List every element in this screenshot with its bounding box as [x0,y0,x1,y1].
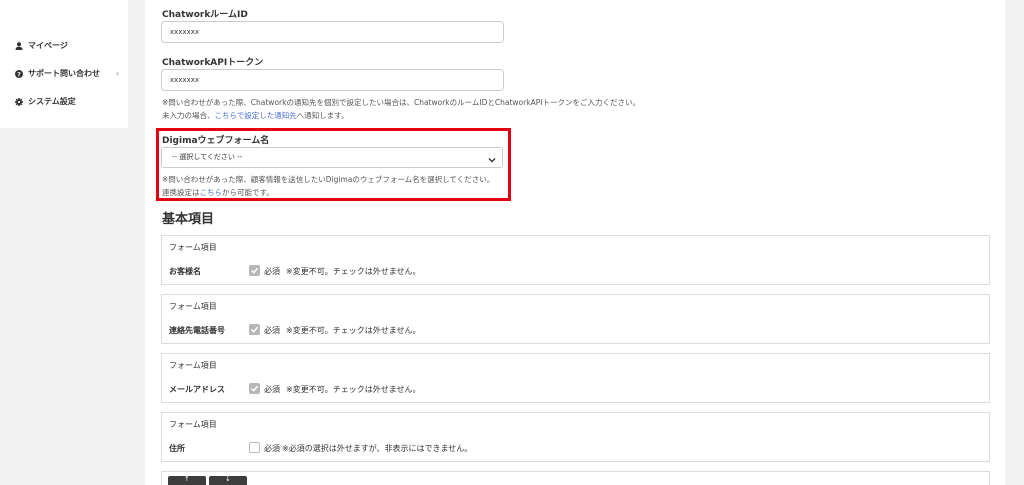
digima-select-value: -- 選択してください -- [172,153,243,161]
sidebar-item-support[interactable]: ? サポート問い合わせ › [15,68,119,79]
sidebar-item-label: サポート問い合わせ [28,69,100,78]
sidebar-item-mypage[interactable]: マイページ [15,40,119,51]
check-icon [250,385,259,392]
form-item-card: フォーム項目 住所 必須 ※必須の選択は外せますが、非表示にはできません。 [161,412,990,462]
form-item-heading: フォーム項目 [169,361,217,370]
check-icon [250,267,259,274]
form-item-note: ※必須の選択は外せますが、非表示にはできません。 [282,444,473,453]
sidebar: マイページ ? サポート問い合わせ › システム設定 [0,0,128,128]
form-item-note: ※変更不可。チェックは外せません。 [286,326,421,335]
notification-settings-link[interactable]: こちらで設定した通知先 [215,111,297,120]
sidebar-item-system-settings[interactable]: システム設定 [15,96,119,107]
required-label: 必須 [264,326,280,335]
form-item-name: 住所 [169,444,185,453]
chatwork-note-line1: ※問い合わせがあった際、Chatworkの通知先を個別で設定したい場合は、Cha… [162,98,640,107]
chatwork-api-label: ChatworkAPIトークン [162,58,264,68]
form-item-heading: フォーム項目 [169,243,217,252]
arrow-up-icon: ↑ [184,475,190,483]
digima-note: ※問い合わせがあった際、顧客情報を送信したいDigimaのウェブフォーム名を選択… [162,173,502,199]
digima-form-label: Digimaウェブフォーム名 [162,136,270,146]
check-icon [250,326,259,333]
digima-note-line1: ※問い合わせがあった際、顧客情報を送信したいDigimaのウェブフォーム名を選択… [162,175,495,184]
svg-text:?: ? [17,71,21,78]
chatwork-note-line2: 未入力の場合、こちらで設定した通知先へ通知します。 [162,109,722,122]
required-checkbox[interactable] [249,442,260,453]
form-item-note: ※変更不可。チェックは外せません。 [286,385,421,394]
chatwork-room-input[interactable]: xxxxxxx [161,21,504,43]
form-item-heading: フォーム項目 [169,420,217,429]
required-checkbox[interactable] [249,324,260,335]
chevron-down-icon [488,153,496,163]
form-item-heading: フォーム項目 [169,302,217,311]
form-item-note: ※変更不可。チェックは外せません。 [286,267,421,276]
form-item-name: 連絡先電話番号 [169,326,225,335]
user-icon [15,41,23,50]
digima-note-text: から可能です。 [222,188,274,197]
required-label: 必須 [264,267,280,276]
gear-icon [15,97,23,106]
sidebar-item-label: マイページ [28,41,68,50]
form-item-name: メールアドレス [169,385,225,394]
form-item-card: フォーム項目 連絡先電話番号 必須 ※変更不可。チェックは外せません。 [161,294,990,344]
digima-settings-link[interactable]: こちら [200,188,223,197]
required-label: 必須 [264,444,280,453]
form-item-card: フォーム項目 メールアドレス 必須 ※変更不可。チェックは外せません。 [161,353,990,403]
sidebar-item-label: システム設定 [28,97,76,106]
arrow-down-icon: ↓ [225,475,231,483]
chevron-right-icon: › [115,69,119,78]
digima-form-select[interactable]: -- 選択してください -- [161,147,503,168]
digima-note-line2: 連携設定はこちらから可能です。 [162,186,502,199]
digima-note-text: 連携設定は [162,188,200,197]
chatwork-note: ※問い合わせがあった際、Chatworkの通知先を個別で設定したい場合は、Cha… [162,96,722,122]
chatwork-note-text: へ通知します。 [296,111,349,120]
required-label: 必須 [264,385,280,394]
chatwork-room-label: ChatworkルームID [162,10,248,20]
section-title-basic: 基本項目 [162,212,215,227]
chatwork-note-text: 未入力の場合、 [162,111,215,120]
required-checkbox[interactable] [249,265,260,276]
form-item-name: お客様名 [169,267,201,276]
form-item-card [161,471,990,485]
form-item-card: フォーム項目 お客様名 必須 ※変更不可。チェックは外せません。 [161,235,990,285]
help-circle-icon: ? [15,69,23,78]
required-checkbox[interactable] [249,383,260,394]
chatwork-api-input[interactable]: xxxxxxx [161,69,504,91]
